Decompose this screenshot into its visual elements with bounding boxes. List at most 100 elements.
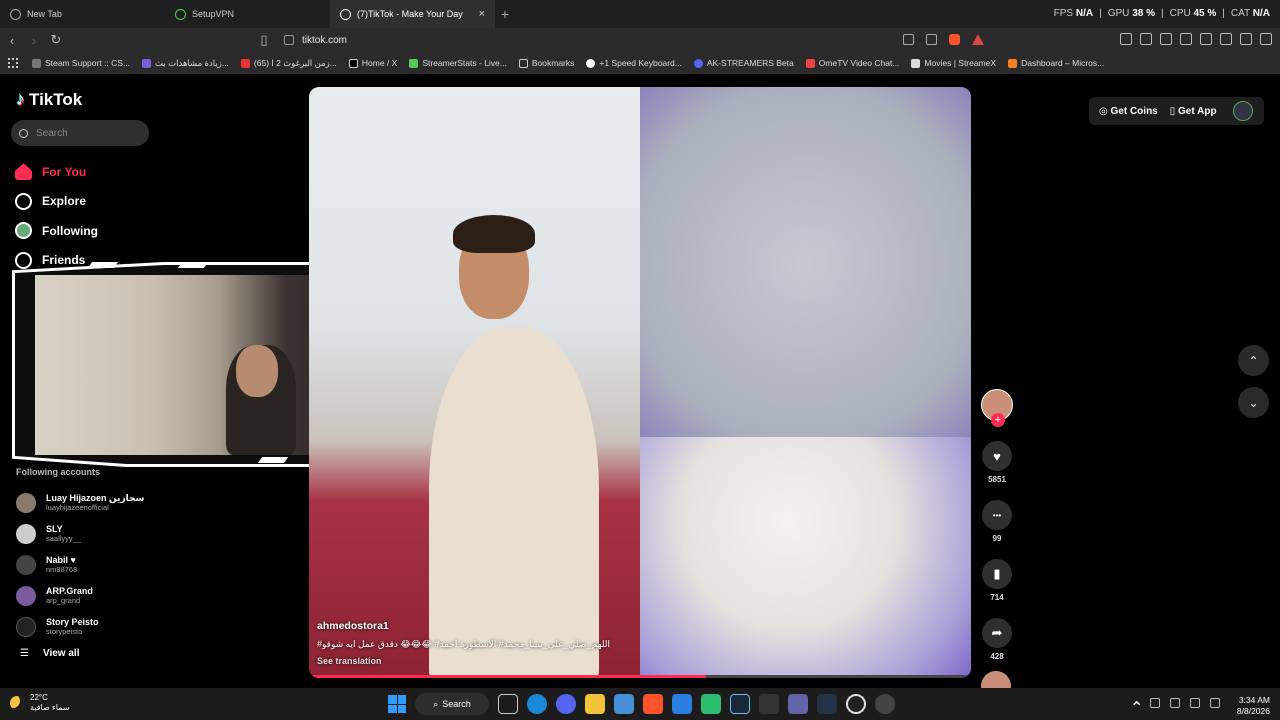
display-icon[interactable] (1170, 698, 1180, 708)
settings-icon[interactable] (875, 694, 895, 714)
microphone-icon[interactable] (1150, 698, 1160, 708)
taskbar-search[interactable]: ⌕ Search (415, 693, 489, 715)
brave-icon[interactable] (643, 694, 663, 714)
bookmark-item[interactable]: (65) زمن البرغوث 2 ا... (240, 58, 337, 69)
nav-following[interactable]: Following (15, 216, 275, 246)
get-app-button[interactable]: ▯ Get App (1170, 106, 1217, 117)
following-avatar-icon (15, 222, 32, 240)
shield-icon (10, 8, 21, 20)
comment-icon[interactable]: ••• (982, 500, 1012, 530)
leo-ai-icon[interactable] (1220, 33, 1232, 45)
tiktok-note-icon: ♪ (16, 89, 25, 109)
forward-icon[interactable]: › (24, 33, 44, 48)
steam-alt-icon[interactable] (817, 694, 837, 714)
bookmark-page-icon[interactable]: ▯ (254, 32, 274, 48)
search-input[interactable]: Search (11, 120, 149, 146)
tiktok-logo[interactable]: ♪ TikTok (16, 89, 82, 110)
creator-avatar[interactable]: + (981, 389, 1013, 427)
app-icon[interactable] (759, 694, 779, 714)
rewards-icon[interactable] (972, 34, 984, 45)
list-item[interactable]: Luay Hijazoen سجازين luayhijazeenofficial (16, 487, 276, 518)
tab-setupvpn[interactable]: SetupVPN (165, 0, 330, 28)
brave-shields-icon[interactable] (949, 34, 960, 45)
back-icon[interactable]: ‹ (2, 33, 22, 48)
menu-icon[interactable] (1260, 33, 1272, 45)
bookmark-item[interactable]: Bookmarks (518, 58, 574, 68)
reload-icon[interactable]: ↻ (46, 32, 66, 48)
chevron-up-icon[interactable]: ⌃ (1130, 698, 1143, 717)
list-item[interactable]: Nabil ♥ nm98768 (16, 549, 276, 580)
new-tab-button[interactable]: + (495, 6, 515, 22)
bookmark-item[interactable]: OmeTV Video Chat... (805, 58, 899, 68)
vpn-shield-icon[interactable] (1240, 33, 1252, 45)
address-row: ‹ › ↻ ▯ tiktok.com (0, 28, 1280, 52)
sidebar-icon[interactable] (1180, 33, 1192, 45)
mail-icon[interactable] (672, 694, 692, 714)
frame-decoration (257, 457, 289, 463)
edge-icon[interactable] (527, 694, 547, 714)
close-tab-icon[interactable]: × (479, 8, 485, 20)
tab-title: (7)TikTok - Make Your Day (357, 9, 463, 19)
following-accounts-list: Luay Hijazoen سجازين luayhijazeenofficial… (16, 487, 276, 642)
weather-widget[interactable]: 22°C سماء صافية (10, 693, 70, 713)
windows-taskbar: 22°C سماء صافية ⌕ Search ⌃ 3:34 AM 8/8/20… (0, 688, 1280, 720)
video-progress-bar[interactable] (309, 675, 971, 678)
bookmark-item[interactable]: Dashboard – Micros... (1008, 58, 1104, 68)
nav-for-you[interactable]: For You (15, 157, 275, 187)
bookmark-item[interactable]: StreamerStats - Live... (409, 58, 507, 68)
bookmark-item[interactable]: Home / X (348, 58, 397, 68)
get-coins-button[interactable]: ◎ Get Coins (1099, 106, 1158, 117)
wallet-icon[interactable] (1200, 33, 1212, 45)
discord-icon[interactable] (556, 694, 576, 714)
bookmark-item[interactable]: Steam Support :: CS... (32, 58, 130, 68)
wifi-icon[interactable] (1190, 698, 1200, 708)
heart-icon[interactable]: ♥ (982, 441, 1012, 471)
bookmark-item[interactable]: +1 Speed Keyboard... (586, 58, 682, 68)
store-icon[interactable] (614, 694, 634, 714)
xbox-icon[interactable] (701, 694, 721, 714)
bookmark-item[interactable]: AK-STREAMERS Beta (693, 58, 794, 68)
media-icon[interactable] (1160, 33, 1172, 45)
profile-avatar[interactable] (1232, 101, 1253, 121)
site-info-icon[interactable] (284, 35, 294, 45)
bookmark-item[interactable]: Movies | StreameX (911, 58, 996, 68)
list-item[interactable]: SLY saallyyy__ (16, 518, 276, 549)
url-text[interactable]: tiktok.com (302, 35, 347, 46)
list-item[interactable]: ARP.Grand arp_grand (16, 580, 276, 611)
file-explorer-icon[interactable] (585, 694, 605, 714)
see-translation-link[interactable]: See translation (317, 656, 637, 666)
shield-status-icon[interactable] (903, 34, 914, 45)
video-progress-fill (309, 675, 707, 678)
address-bar[interactable]: tiktok.com (276, 30, 996, 50)
vpn-icon (175, 8, 186, 20)
downloads-icon[interactable] (1140, 33, 1152, 45)
bookmark-count: 714 (990, 593, 1004, 602)
share-icon[interactable]: ➦ (982, 618, 1012, 648)
obs-icon[interactable] (846, 694, 866, 714)
video-player[interactable]: ahmedostora1 اللهم_صلي_على_نبينا_محمد# ا… (309, 87, 971, 678)
tab-tiktok[interactable]: (7)TikTok - Make Your Day × (330, 0, 495, 28)
system-clock[interactable]: 3:34 AM 8/8/2026 (1237, 695, 1270, 717)
volume-icon[interactable] (1210, 698, 1220, 708)
next-video-button[interactable]: ⌄ (1238, 387, 1269, 418)
youtube-icon (240, 58, 250, 68)
apps-grid-icon[interactable] (8, 58, 18, 68)
view-all-button[interactable]: ☰ View all (20, 648, 79, 659)
video-author[interactable]: ahmedostora1 (317, 620, 637, 632)
follow-plus-icon[interactable]: + (991, 413, 1005, 427)
moon-icon (10, 696, 24, 710)
browser-tab-strip: New Tab SetupVPN (7)TikTok - Make Your D… (0, 0, 1280, 28)
extensions-icon[interactable] (1120, 33, 1132, 45)
previous-video-button[interactable]: ⌃ (1238, 345, 1269, 376)
steam-icon[interactable] (730, 694, 750, 714)
nav-explore[interactable]: Explore (15, 187, 275, 217)
windows-start-icon[interactable] (388, 695, 406, 713)
task-view-icon[interactable] (498, 694, 518, 714)
avatar (16, 585, 36, 606)
tab-new-tab[interactable]: New Tab (0, 0, 165, 28)
bookmark-item[interactable]: زيادة مشاهدات بث... (142, 58, 229, 69)
list-item[interactable]: Story Peisto storypeisto (16, 611, 276, 642)
teams-icon[interactable] (788, 694, 808, 714)
bookmark-icon[interactable]: ▮ (982, 559, 1012, 589)
cast-icon[interactable] (926, 34, 937, 45)
